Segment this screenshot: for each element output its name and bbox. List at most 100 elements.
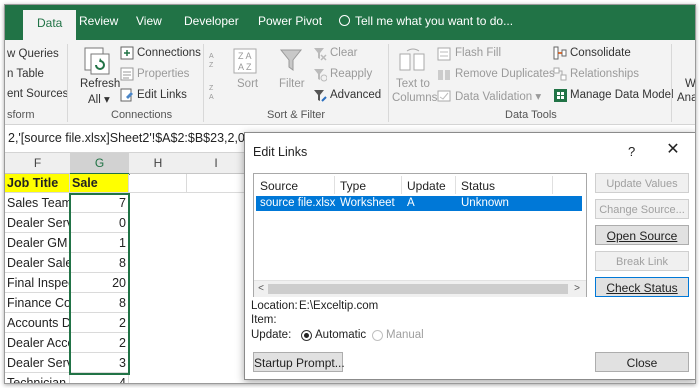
data-validation-button[interactable]: Data Validation ▾	[455, 89, 541, 103]
close-icon[interactable]: ✕	[663, 140, 683, 160]
column-header-i[interactable]: I	[187, 153, 246, 174]
cell-empty[interactable]	[187, 174, 245, 193]
connections-icon	[120, 46, 134, 60]
refresh-all-icon	[84, 47, 110, 75]
cell-sale[interactable]: 7	[70, 194, 129, 213]
group-divider	[671, 44, 672, 122]
location-value: E:\Exceltip.com	[299, 300, 379, 312]
filter-icon	[279, 49, 303, 71]
whatif-analysis-button[interactable]: W	[685, 78, 695, 90]
cell-job-title[interactable]: Technician	[5, 374, 70, 383]
group-label-get-transform: sform	[7, 109, 35, 121]
cell-job-title[interactable]: Dealer Services	[5, 214, 70, 233]
break-link-button[interactable]: Break Link	[595, 251, 689, 271]
flash-fill-icon	[437, 47, 451, 61]
edit-links-button[interactable]: Edit Links	[137, 89, 187, 101]
scroll-thumb[interactable]	[268, 284, 568, 294]
column-status[interactable]: Status	[461, 179, 495, 193]
cell-job-title[interactable]: Dealer GM	[5, 234, 70, 253]
cell-sale[interactable]: 8	[70, 294, 129, 313]
column-source[interactable]: Source	[260, 179, 298, 193]
refresh-all-sublabel[interactable]: All ▾	[88, 92, 110, 106]
automatic-label[interactable]: Automatic	[315, 329, 366, 341]
link-update: A	[407, 197, 415, 209]
column-update[interactable]: Update	[407, 179, 446, 193]
check-status-button[interactable]: Check Status	[595, 277, 689, 297]
open-source-label: Open Source	[606, 229, 678, 243]
column-header-h[interactable]: H	[129, 153, 188, 174]
tab-developer[interactable]: Developer	[184, 14, 239, 28]
group-label-connections: Connections	[111, 109, 173, 121]
remove-duplicates-button[interactable]: Remove Duplicates	[455, 68, 555, 80]
link-row-selected[interactable]: source file.xlsx Worksheet A Unknown	[256, 196, 582, 211]
cell-job-title[interactable]: Finance Coordinator	[5, 294, 70, 313]
from-table-button[interactable]: n Table	[7, 68, 44, 80]
reapply-button[interactable]: Reapply	[330, 68, 372, 80]
cell-job-title[interactable]: Sales Team	[5, 194, 70, 213]
manage-data-model-icon	[554, 89, 567, 102]
recent-sources-button[interactable]: ent Sources	[7, 88, 68, 100]
cell-sale[interactable]: 2	[70, 314, 129, 333]
column-divider	[401, 176, 402, 194]
horizontal-scrollbar[interactable]: < >	[254, 280, 586, 297]
change-source-button[interactable]: Change Source...	[595, 199, 689, 219]
cell-sale[interactable]: 8	[70, 254, 129, 273]
formula-text[interactable]: 2,'[source file.xlsx]Sheet2'!$A$2:$B$23,…	[8, 131, 249, 145]
tab-data[interactable]: Data	[23, 10, 77, 40]
cell-sale[interactable]: 0	[70, 214, 129, 233]
tab-view[interactable]: View	[136, 14, 162, 28]
consolidate-button[interactable]: Consolidate	[570, 47, 631, 59]
column-header-g[interactable]: G	[70, 153, 130, 175]
cell-job-title[interactable]: Dealer Sales	[5, 254, 70, 273]
column-type[interactable]: Type	[340, 179, 366, 193]
scroll-right-icon[interactable]: >	[570, 282, 584, 296]
refresh-all-label[interactable]: Refresh	[80, 78, 120, 90]
relationships-button[interactable]: Relationships	[570, 68, 639, 80]
tab-review[interactable]: Review	[79, 14, 118, 28]
worksheet-grid[interactable]: F G H I Job Title Sale Sales Team 7 Deal…	[5, 153, 246, 383]
cell-sale[interactable]: 4	[70, 374, 129, 383]
connections-button[interactable]: Connections	[137, 47, 201, 59]
ribbon: w Queries n Table ent Sources sform Refr…	[5, 40, 695, 125]
automatic-radio[interactable]	[301, 330, 312, 341]
text-to-columns-button[interactable]: Columns	[392, 92, 437, 104]
svg-text:A: A	[209, 53, 214, 60]
svg-text:A: A	[209, 94, 214, 100]
properties-button[interactable]: Properties	[137, 68, 189, 80]
cell-job-title[interactable]: Dealer Accounts	[5, 334, 70, 353]
help-button[interactable]: ?	[628, 144, 635, 159]
cell-sale[interactable]: 1	[70, 234, 129, 253]
sort-az-icon: AZ	[209, 53, 214, 68]
tell-me-search[interactable]: Tell me what you want to do...	[339, 14, 513, 28]
link-status: Unknown	[461, 197, 509, 209]
clear-button[interactable]: Clear	[330, 47, 357, 59]
close-button[interactable]: Close	[595, 352, 689, 372]
cell-job-title[interactable]: Dealer Service	[5, 354, 70, 373]
show-queries-button[interactable]: w Queries	[7, 48, 59, 60]
whatif-analysis-sublabel[interactable]: Ana	[677, 92, 695, 104]
update-values-button[interactable]: Update Values	[595, 173, 689, 193]
manual-label[interactable]: Manual	[386, 329, 424, 341]
column-header-f[interactable]: F	[5, 153, 71, 174]
manage-data-model-button[interactable]: Manage Data Model	[570, 89, 674, 101]
filter-button[interactable]: Filter	[279, 78, 305, 90]
tab-power-pivot[interactable]: Power Pivot	[258, 14, 322, 28]
cell-job-title[interactable]: Accounts Dept	[5, 314, 70, 333]
text-to-label[interactable]: Text to	[396, 78, 430, 90]
advanced-button[interactable]: Advanced	[330, 89, 381, 101]
cell-header-job-title[interactable]: Job Title	[5, 174, 70, 193]
cell-header-sale[interactable]: Sale	[70, 174, 129, 193]
advanced-filter-icon	[314, 90, 327, 102]
flash-fill-button[interactable]: Flash Fill	[455, 47, 501, 59]
manual-radio[interactable]	[372, 330, 383, 341]
cell-empty[interactable]	[129, 174, 187, 193]
sort-button[interactable]: Sort	[237, 78, 258, 90]
links-list[interactable]: Source Type Update Status source file.xl…	[253, 173, 587, 297]
open-source-button[interactable]: Open Source	[595, 225, 689, 245]
cell-sale[interactable]: 3	[70, 354, 129, 373]
startup-prompt-button[interactable]: Startup Prompt...	[253, 352, 345, 372]
cell-job-title[interactable]: Final Inspector	[5, 274, 70, 293]
cell-sale[interactable]: 2	[70, 334, 129, 353]
scroll-left-icon[interactable]: <	[254, 282, 268, 296]
cell-sale[interactable]: 20	[70, 274, 129, 293]
